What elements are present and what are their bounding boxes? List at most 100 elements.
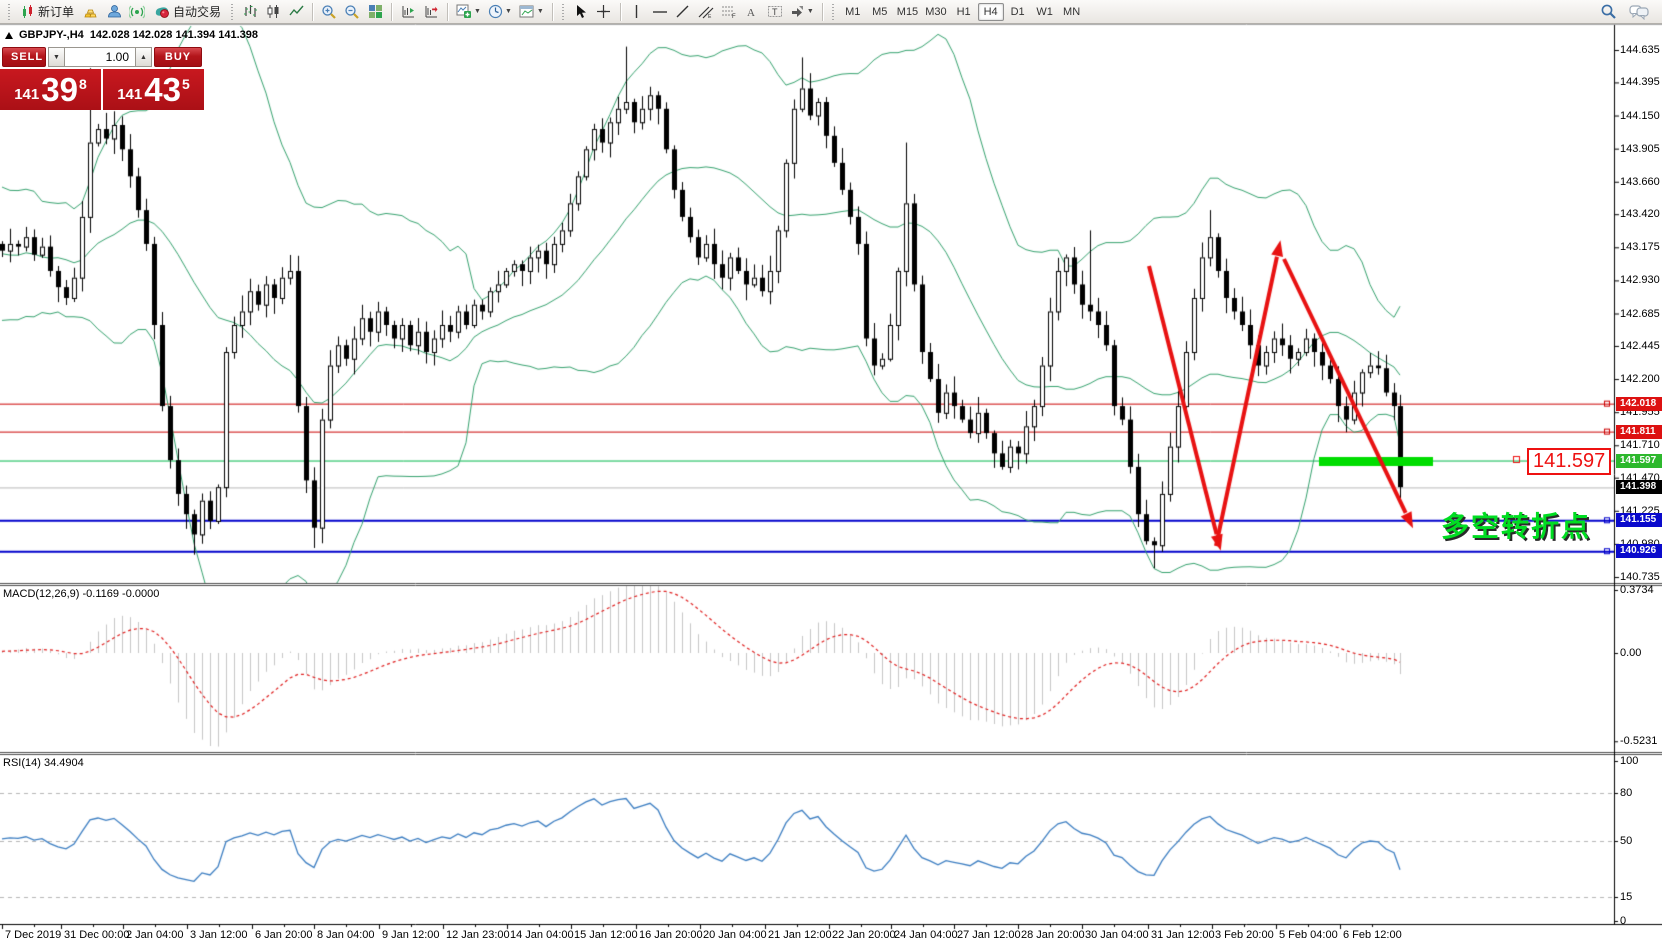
price-level-badge: 141.398	[1616, 480, 1662, 494]
sell-price[interactable]: 141 39 8	[0, 69, 101, 110]
volume-decrease-button[interactable]: ▼	[48, 47, 65, 67]
rsi-scale-label: 50	[1620, 835, 1632, 847]
trendline-tool-button[interactable]	[672, 2, 694, 22]
price-tick-label: 144.395	[1620, 76, 1660, 88]
arrows-shapes-icon	[790, 4, 805, 19]
indicators-button[interactable]: ▼	[453, 2, 484, 22]
timeframe-button-M1[interactable]: M1	[840, 3, 866, 21]
time-axis-label: 3 Jan 12:00	[190, 929, 248, 941]
chart-canvas[interactable]	[0, 0, 1662, 947]
trade-panel-prices: 141 39 8 141 43 5	[0, 69, 206, 110]
periods-button[interactable]: ▼	[485, 2, 515, 22]
zoom-in-button[interactable]	[318, 2, 340, 22]
toolbar-separator	[391, 3, 392, 21]
autotrade-label: 自动交易	[173, 3, 221, 20]
search-button[interactable]	[1597, 2, 1620, 22]
candlestick-mode-button[interactable]	[262, 2, 284, 22]
time-axis-label: 28 Jan 20:00	[1021, 929, 1085, 941]
trade-panel-controls: SELL ▼ ▲ BUY	[0, 46, 206, 68]
timeframe-button-M15[interactable]: M15	[894, 3, 921, 21]
signals-button[interactable]	[126, 2, 148, 22]
arrows-tool-button[interactable]: ▼	[787, 2, 817, 22]
chat-button[interactable]	[1626, 2, 1652, 22]
market-watch-button[interactable]	[80, 2, 102, 22]
toolbar-grip[interactable]	[230, 4, 235, 20]
timeframe-button-H4[interactable]: H4	[978, 3, 1004, 21]
vertical-line-tool-button[interactable]	[626, 2, 648, 22]
toolbar-right-group	[1597, 2, 1658, 22]
chart-shift-button[interactable]	[420, 2, 442, 22]
templates-button[interactable]: ▼	[516, 2, 547, 22]
one-click-trading-panel: SELL ▼ ▲ BUY 141 39 8 141 43 5	[0, 46, 206, 110]
volume-increase-button[interactable]: ▲	[135, 47, 152, 67]
new-order-button[interactable]: 新订单	[16, 2, 79, 22]
label-tool-button[interactable]: T	[764, 2, 786, 22]
time-axis-label: 20 Jan 04:00	[703, 929, 767, 941]
toolbar-grip[interactable]	[831, 4, 836, 20]
timeframe-bar: M1M5M15M30H1H4D1W1MN	[840, 3, 1085, 21]
timeframe-button-M30[interactable]: M30	[922, 3, 949, 21]
rsi-label: RSI(14)	[3, 757, 41, 769]
dropdown-arrow-icon: ▼	[474, 8, 481, 15]
vertical-line-icon	[630, 4, 643, 19]
time-axis-label: 6 Feb 12:00	[1343, 929, 1402, 941]
dropdown-arrow-icon: ▼	[537, 8, 544, 15]
zoom-out-button[interactable]	[341, 2, 363, 22]
volume-input[interactable]	[65, 47, 135, 67]
zoom-in-icon	[321, 4, 337, 20]
horizontal-line-icon	[652, 5, 668, 19]
time-axis-label: 27 Jan 12:00	[957, 929, 1021, 941]
cursor-tool-button[interactable]	[570, 2, 592, 22]
price-tick-label: 142.445	[1620, 340, 1660, 352]
price-tick-label: 143.175	[1620, 241, 1660, 253]
auto-scroll-button[interactable]	[397, 2, 419, 22]
clock-icon	[488, 4, 503, 19]
svg-text:T: T	[772, 7, 778, 17]
buy-price-prefix: 141	[117, 86, 142, 103]
text-tool-button[interactable]: A	[741, 2, 763, 22]
price-callout-box[interactable]: 141.597	[1527, 448, 1611, 475]
timeframe-button-H1[interactable]: H1	[951, 3, 977, 21]
timeframe-button-M5[interactable]: M5	[867, 3, 893, 21]
line-chart-icon	[289, 4, 304, 19]
indicators-add-icon	[456, 4, 472, 19]
gold-icon	[83, 5, 99, 19]
fibonacci-tool-button[interactable]: F	[718, 2, 740, 22]
timeframe-button-W1[interactable]: W1	[1032, 3, 1058, 21]
symbol-collapse-icon[interactable]	[5, 32, 13, 39]
time-axis-label: 15 Jan 12:00	[574, 929, 638, 941]
sell-price-prefix: 141	[14, 86, 39, 103]
line-chart-mode-button[interactable]	[285, 2, 307, 22]
price-level-badge: 141.597	[1616, 454, 1662, 468]
toolbar-grip[interactable]	[561, 4, 566, 20]
svg-text:E: E	[708, 14, 712, 19]
price-tick-label: 142.200	[1620, 373, 1660, 385]
timeframe-button-MN[interactable]: MN	[1059, 3, 1085, 21]
bar-chart-mode-button[interactable]	[239, 2, 261, 22]
zoom-out-icon	[344, 4, 360, 20]
price-tick-label: 143.660	[1620, 176, 1660, 188]
user-icon	[107, 4, 122, 19]
price-level-badge: 141.155	[1616, 513, 1662, 527]
toolbar-grip[interactable]	[7, 4, 12, 20]
text-label-icon: T	[767, 4, 783, 19]
buy-price[interactable]: 141 43 5	[103, 69, 204, 110]
accounts-button[interactable]	[103, 2, 125, 22]
crosshair-tool-button[interactable]	[593, 2, 615, 22]
time-axis-label: 31 Dec 00:00	[64, 929, 129, 941]
new-order-icon	[21, 5, 35, 19]
time-axis-label: 6 Jan 20:00	[255, 929, 313, 941]
buy-button[interactable]: BUY	[154, 47, 202, 67]
timeframe-button-D1[interactable]: D1	[1005, 3, 1031, 21]
sell-button[interactable]: SELL	[2, 47, 46, 67]
rsi-pane-label: RSI(14) 34.4904	[3, 757, 84, 769]
tile-windows-button[interactable]	[364, 2, 386, 22]
channel-tool-button[interactable]: E	[695, 2, 717, 22]
turning-point-annotation[interactable]: 多空转折点	[1441, 505, 1591, 545]
toolbar-separator	[620, 3, 621, 21]
volume-stepper: ▼ ▲	[48, 47, 152, 67]
macd-pane-label: MACD(12,26,9) -0.1169 -0.0000	[3, 588, 159, 600]
autotrade-button[interactable]: 自动交易	[149, 2, 226, 22]
sell-price-sup: 8	[79, 76, 87, 92]
horizontal-line-tool-button[interactable]	[649, 2, 671, 22]
